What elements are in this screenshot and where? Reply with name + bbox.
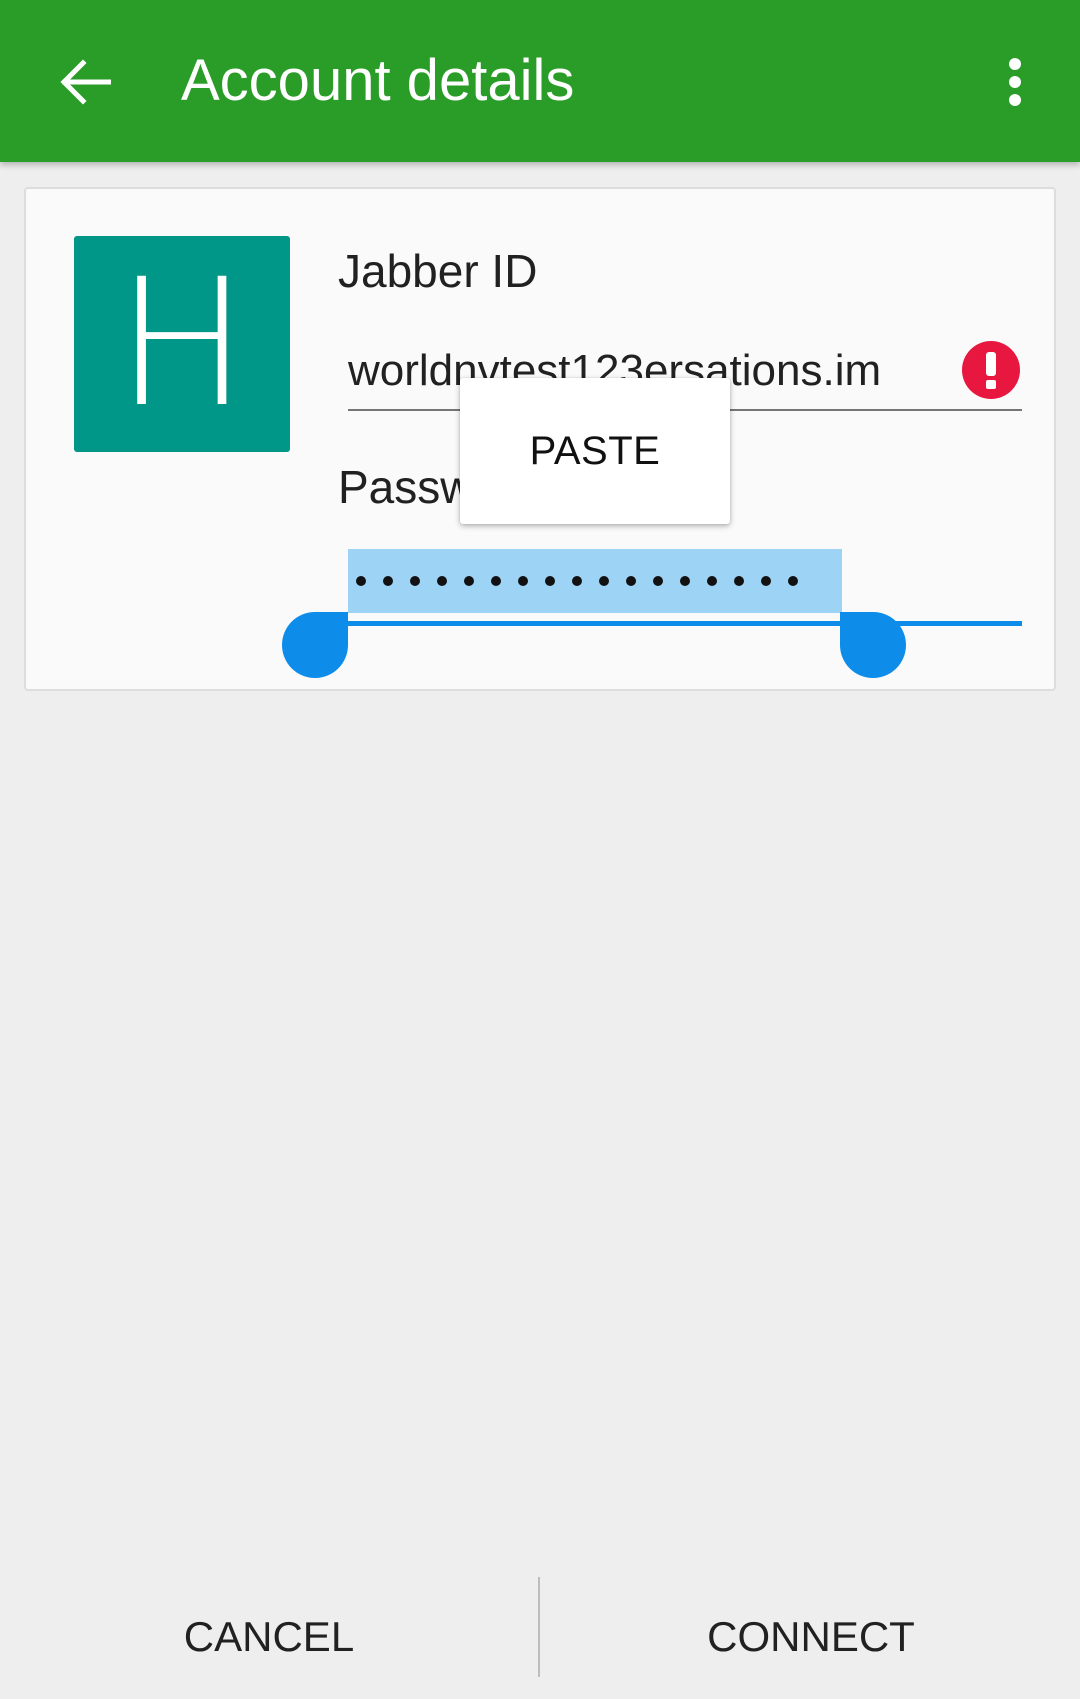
- password-dot: [545, 576, 555, 586]
- cancel-button[interactable]: CANCEL: [0, 1575, 538, 1699]
- overflow-menu-button[interactable]: [980, 40, 1050, 124]
- avatar[interactable]: H: [74, 236, 290, 452]
- password-dot: [518, 576, 528, 586]
- password-input[interactable]: [356, 549, 798, 613]
- password-dot: [761, 576, 771, 586]
- connect-button[interactable]: CONNECT: [542, 1575, 1080, 1699]
- password-dot: [626, 576, 636, 586]
- password-label: Passw: [338, 461, 474, 513]
- password-dot: [680, 576, 690, 586]
- page-title: Account details: [181, 48, 575, 113]
- password-dot: [356, 576, 366, 586]
- arrow-back-icon: [60, 59, 111, 105]
- back-button[interactable]: [40, 40, 130, 124]
- password-dot: [653, 576, 663, 586]
- error-icon[interactable]: [962, 341, 1020, 399]
- password-dot: [572, 576, 582, 586]
- avatar-letter: H: [115, 241, 249, 446]
- password-dot: [410, 576, 420, 586]
- password-dot: [734, 576, 744, 586]
- password-field[interactable]: [348, 549, 1022, 629]
- button-divider: [538, 1577, 540, 1677]
- paste-button[interactable]: PASTE: [530, 429, 661, 474]
- paste-popup[interactable]: PASTE: [460, 378, 730, 524]
- exclamation-icon: [986, 352, 996, 389]
- more-vert-icon: [1009, 58, 1021, 106]
- password-dot: [464, 576, 474, 586]
- password-underline: [348, 621, 1022, 626]
- password-dot: [491, 576, 501, 586]
- password-dot: [383, 576, 393, 586]
- selection-handle-start[interactable]: [282, 612, 348, 678]
- jabber-id-label: Jabber ID: [338, 245, 538, 297]
- bottom-button-bar: CANCEL CONNECT: [0, 1575, 1080, 1699]
- app-bar: Account details: [0, 0, 1080, 162]
- password-dot: [707, 576, 717, 586]
- password-dot: [437, 576, 447, 586]
- password-dot: [788, 576, 798, 586]
- selection-handle-end[interactable]: [840, 612, 906, 678]
- password-dot: [599, 576, 609, 586]
